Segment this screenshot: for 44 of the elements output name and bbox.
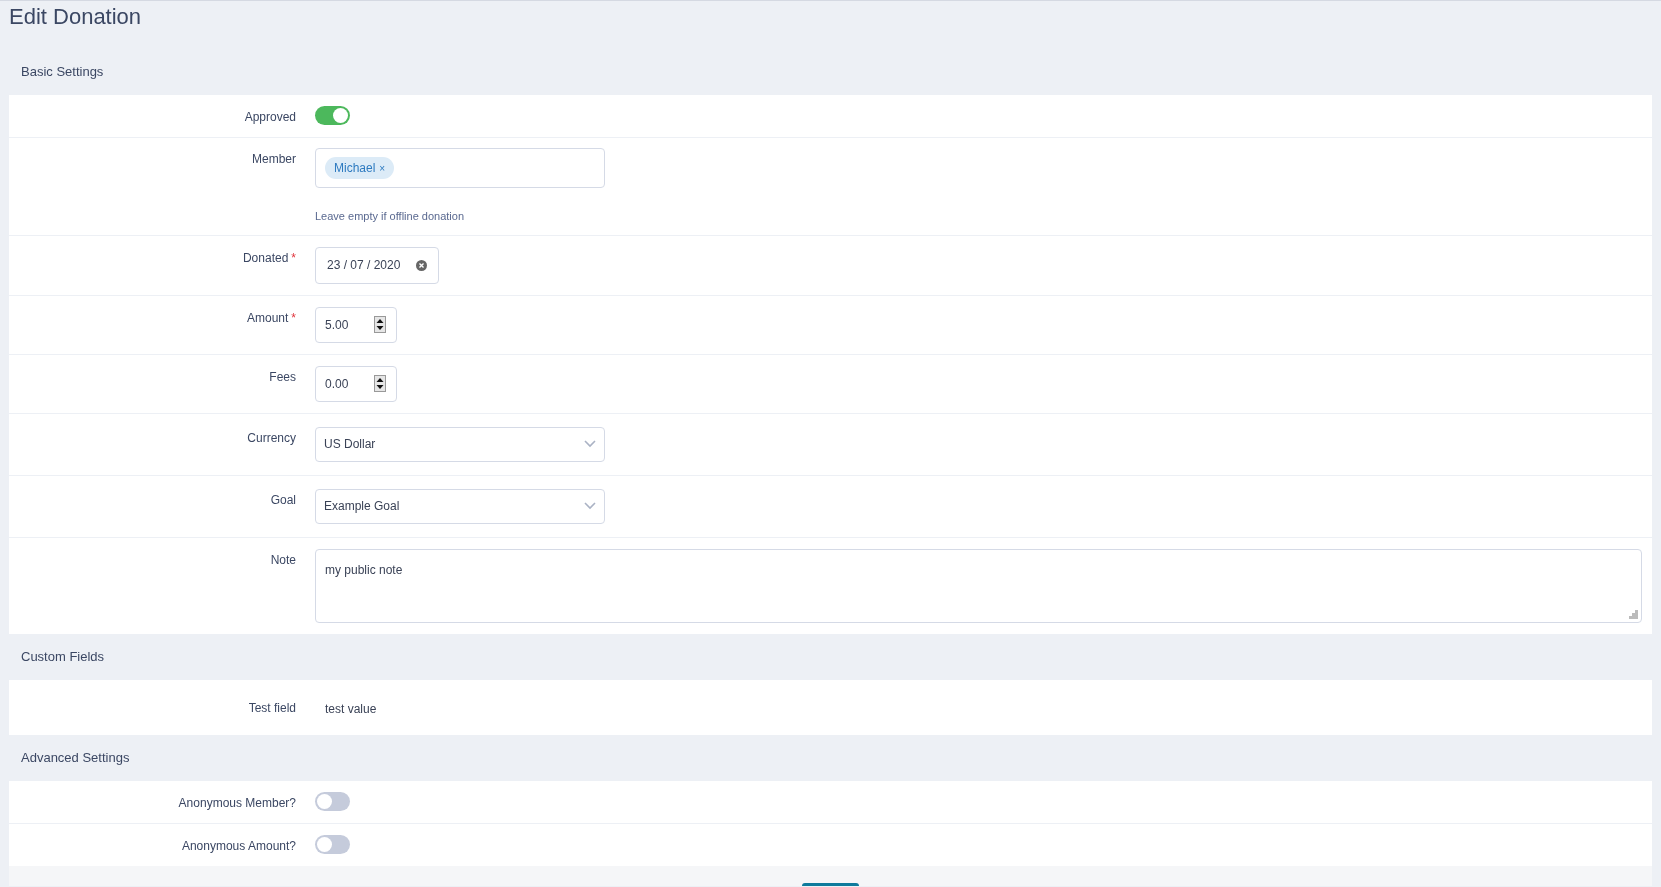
clear-icon[interactable] [416, 259, 427, 271]
tag-name: Michael [334, 160, 376, 177]
required-mark: * [291, 249, 296, 267]
chevron-down-icon [584, 502, 596, 510]
chevron-down-icon [584, 440, 596, 448]
select-value: Example Goal [324, 498, 400, 515]
field-label: Amount [246, 309, 289, 327]
number-field[interactable]: 5.00 [315, 306, 397, 343]
field-value: test value [324, 700, 377, 718]
field-label: Test field [248, 699, 296, 717]
help-text: Leave empty if offline donation [315, 209, 465, 224]
field-label: Anonymous Member? [178, 794, 296, 812]
field-label: Approved [244, 109, 296, 126]
section-heading: Basic Settings [21, 63, 104, 82]
toggle-switch[interactable] [315, 106, 350, 125]
note-text: my public note [325, 562, 403, 577]
number-value: 5.00 [325, 316, 349, 334]
select-field[interactable]: Example Goal [315, 488, 605, 524]
field-label: Anonymous Amount? [181, 837, 296, 855]
toggle-switch[interactable] [315, 834, 350, 854]
member-field[interactable]: Michael × [315, 148, 605, 188]
action-button[interactable] [802, 882, 859, 886]
note-field[interactable]: my public note [315, 548, 1642, 623]
select-value: US Dollar [324, 436, 376, 453]
field-label: Fees [269, 368, 296, 386]
toggle-switch[interactable] [315, 791, 350, 811]
field-label: Currency [247, 429, 296, 447]
section-heading: Advanced Settings [21, 748, 130, 767]
field-label: Note [270, 551, 296, 569]
field-label: Goal [270, 491, 296, 509]
field-label: Member [252, 151, 296, 168]
tag-remove-button[interactable]: × [379, 160, 386, 176]
field-label: Donated [242, 249, 289, 267]
resize-handle-icon[interactable] [1629, 609, 1638, 619]
required-mark: * [291, 309, 296, 327]
section-heading: Custom Fields [21, 647, 105, 666]
page-title: Edit Donation [8, 3, 143, 31]
date-field[interactable]: 23 / 07 / 2020 [315, 246, 439, 284]
number-value: 0.00 [325, 375, 349, 393]
spinner-icon[interactable] [374, 375, 386, 392]
spinner-icon[interactable] [374, 316, 386, 333]
select-field[interactable]: US Dollar [315, 426, 605, 462]
number-field[interactable]: 0.00 [315, 365, 397, 402]
date-value: 23 / 07 / 2020 [327, 257, 401, 274]
